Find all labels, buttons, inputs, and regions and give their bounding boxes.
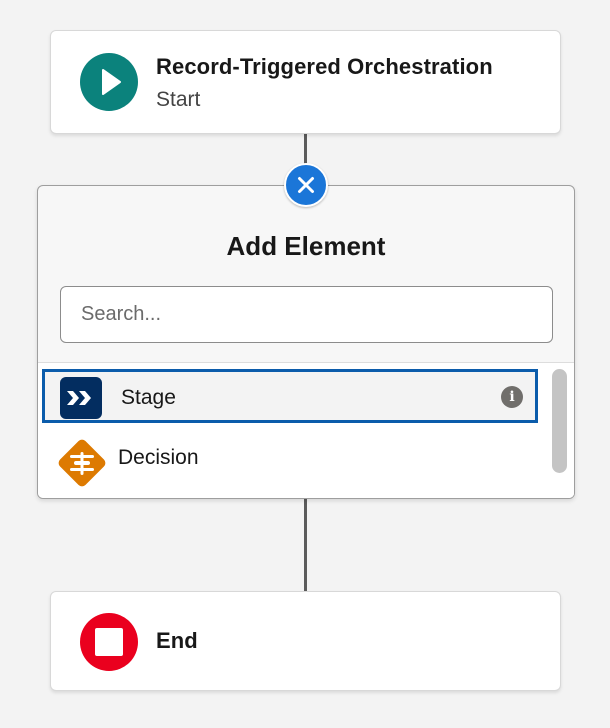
decision-icon [54, 435, 110, 491]
end-node[interactable]: End [50, 591, 561, 691]
start-node-subtitle: Start [156, 88, 201, 111]
start-node[interactable]: Record-Triggered Orchestration Start [50, 30, 561, 134]
list-item-label: Stage [121, 386, 176, 409]
search-input[interactable] [60, 286, 553, 343]
list-item-stage[interactable]: Stage i [42, 369, 538, 423]
add-element-panel: Add Element Stage i [37, 185, 575, 499]
connector-line-bottom [304, 498, 307, 592]
panel-title: Add Element [226, 231, 386, 261]
list-item-decision[interactable]: Decision [42, 434, 538, 488]
play-icon [80, 53, 138, 111]
close-icon [298, 177, 314, 193]
info-icon[interactable]: i [501, 386, 523, 408]
stop-icon [80, 613, 138, 671]
list-item-label: Decision [118, 446, 199, 469]
close-button[interactable] [284, 163, 328, 207]
scrollbar-thumb[interactable] [552, 369, 567, 473]
element-list: Stage i Decision [38, 362, 574, 498]
stage-icon [60, 377, 102, 419]
end-node-title: End [156, 628, 198, 653]
list-scrollbar[interactable] [546, 363, 574, 498]
start-node-title: Record-Triggered Orchestration [156, 54, 493, 79]
